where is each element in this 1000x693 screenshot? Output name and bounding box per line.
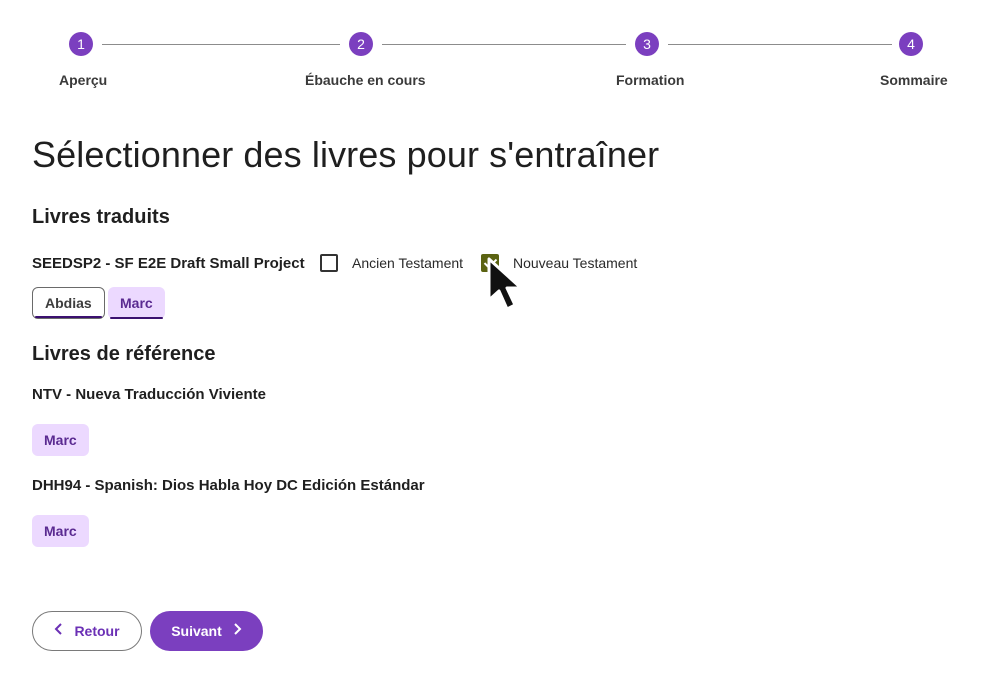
step-3-number[interactable]: 3 (635, 32, 659, 56)
old-testament-label[interactable]: Ancien Testament (352, 255, 463, 271)
reference-source-dhh94: DHH94 - Spanish: Dios Habla Hoy DC Edici… (32, 477, 425, 494)
step-connector (382, 44, 626, 45)
next-button-label: Suivant (171, 623, 222, 639)
step-1-number[interactable]: 1 (69, 32, 93, 56)
step-3-label[interactable]: Formation (616, 72, 684, 88)
back-button-label: Retour (74, 623, 120, 639)
step-connector (668, 44, 892, 45)
chevron-right-icon (232, 623, 242, 639)
old-testament-option[interactable]: Ancien Testament (320, 254, 463, 272)
step-2-label[interactable]: Ébauche en cours (305, 72, 426, 88)
step-4-number[interactable]: 4 (899, 32, 923, 56)
next-button[interactable]: Suivant (150, 611, 263, 651)
step-2-number[interactable]: 2 (349, 32, 373, 56)
page-title: Sélectionner des livres pour s'entraîner (32, 134, 660, 175)
chevron-left-icon (54, 623, 64, 639)
step-4-label[interactable]: Sommaire (880, 72, 948, 88)
reference-books-heading: Livres de référence (32, 343, 216, 365)
reference-chip-dhh94-marc[interactable]: Marc (32, 515, 89, 547)
reference-chip-ntv-marc[interactable]: Marc (32, 424, 89, 456)
old-testament-checkbox[interactable] (320, 254, 338, 272)
translated-books-heading: Livres traduits (32, 206, 170, 228)
stepper: 1 2 3 4 Aperçu Ébauche en cours Formatio… (0, 0, 1000, 100)
book-chip-abdias[interactable]: Abdias (32, 287, 105, 319)
step-connector (102, 44, 340, 45)
new-testament-label[interactable]: Nouveau Testament (513, 255, 637, 271)
translated-project-name: SEEDSP2 - SF E2E Draft Small Project (32, 255, 305, 272)
reference-source-ntv: NTV - Nueva Traducción Viviente (32, 386, 266, 403)
step-1-label[interactable]: Aperçu (59, 72, 107, 88)
book-chip-marc[interactable]: Marc (108, 287, 165, 319)
back-button[interactable]: Retour (32, 611, 142, 651)
mouse-pointer-icon (487, 257, 523, 311)
